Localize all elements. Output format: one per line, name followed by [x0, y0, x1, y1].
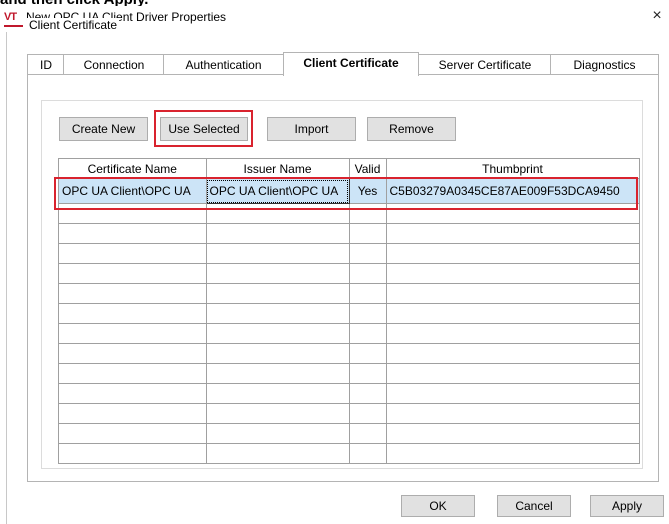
tab-client-certificate[interactable]: Client Certificate	[283, 52, 419, 76]
window-border	[6, 32, 7, 524]
table-row-empty[interactable]	[59, 423, 639, 444]
table-row-empty[interactable]	[59, 323, 639, 344]
table-row-empty[interactable]	[59, 223, 639, 244]
grid-header-row: Certificate Name Issuer Name Valid Thumb…	[59, 159, 639, 179]
tab-id[interactable]: ID	[27, 54, 65, 75]
table-row-empty[interactable]	[59, 403, 639, 424]
tab-diagnostics[interactable]: Diagnostics	[550, 54, 659, 75]
table-row-empty[interactable]	[59, 443, 639, 463]
app-logo-icon: VT	[4, 12, 23, 27]
ok-button[interactable]: OK	[401, 495, 475, 517]
col-thumbprint[interactable]: Thumbprint	[386, 159, 639, 179]
import-button[interactable]: Import	[267, 117, 356, 141]
col-valid[interactable]: Valid	[349, 159, 387, 179]
remove-button[interactable]: Remove	[367, 117, 456, 141]
table-row-empty[interactable]	[59, 363, 639, 384]
tab-connection[interactable]: Connection	[63, 54, 165, 75]
col-certificate-name[interactable]: Certificate Name	[59, 159, 207, 179]
tab-server-certificate[interactable]: Server Certificate	[418, 54, 552, 75]
table-row-empty[interactable]	[59, 303, 639, 324]
selected-row-highlight	[54, 177, 638, 210]
tab-authentication[interactable]: Authentication	[163, 54, 284, 75]
table-row-empty[interactable]	[59, 343, 639, 364]
create-new-button[interactable]: Create New	[59, 117, 148, 141]
group-label: Client Certificate	[27, 18, 120, 32]
use-selected-highlight	[154, 110, 253, 147]
cancel-button[interactable]: Cancel	[497, 495, 571, 517]
table-row-empty[interactable]	[59, 383, 639, 404]
table-row-empty[interactable]	[59, 263, 639, 284]
table-row-empty[interactable]	[59, 283, 639, 304]
apply-button[interactable]: Apply	[590, 495, 664, 517]
col-issuer-name[interactable]: Issuer Name	[206, 159, 350, 179]
table-row-empty[interactable]	[59, 243, 639, 264]
close-icon[interactable]: ×	[649, 8, 665, 24]
